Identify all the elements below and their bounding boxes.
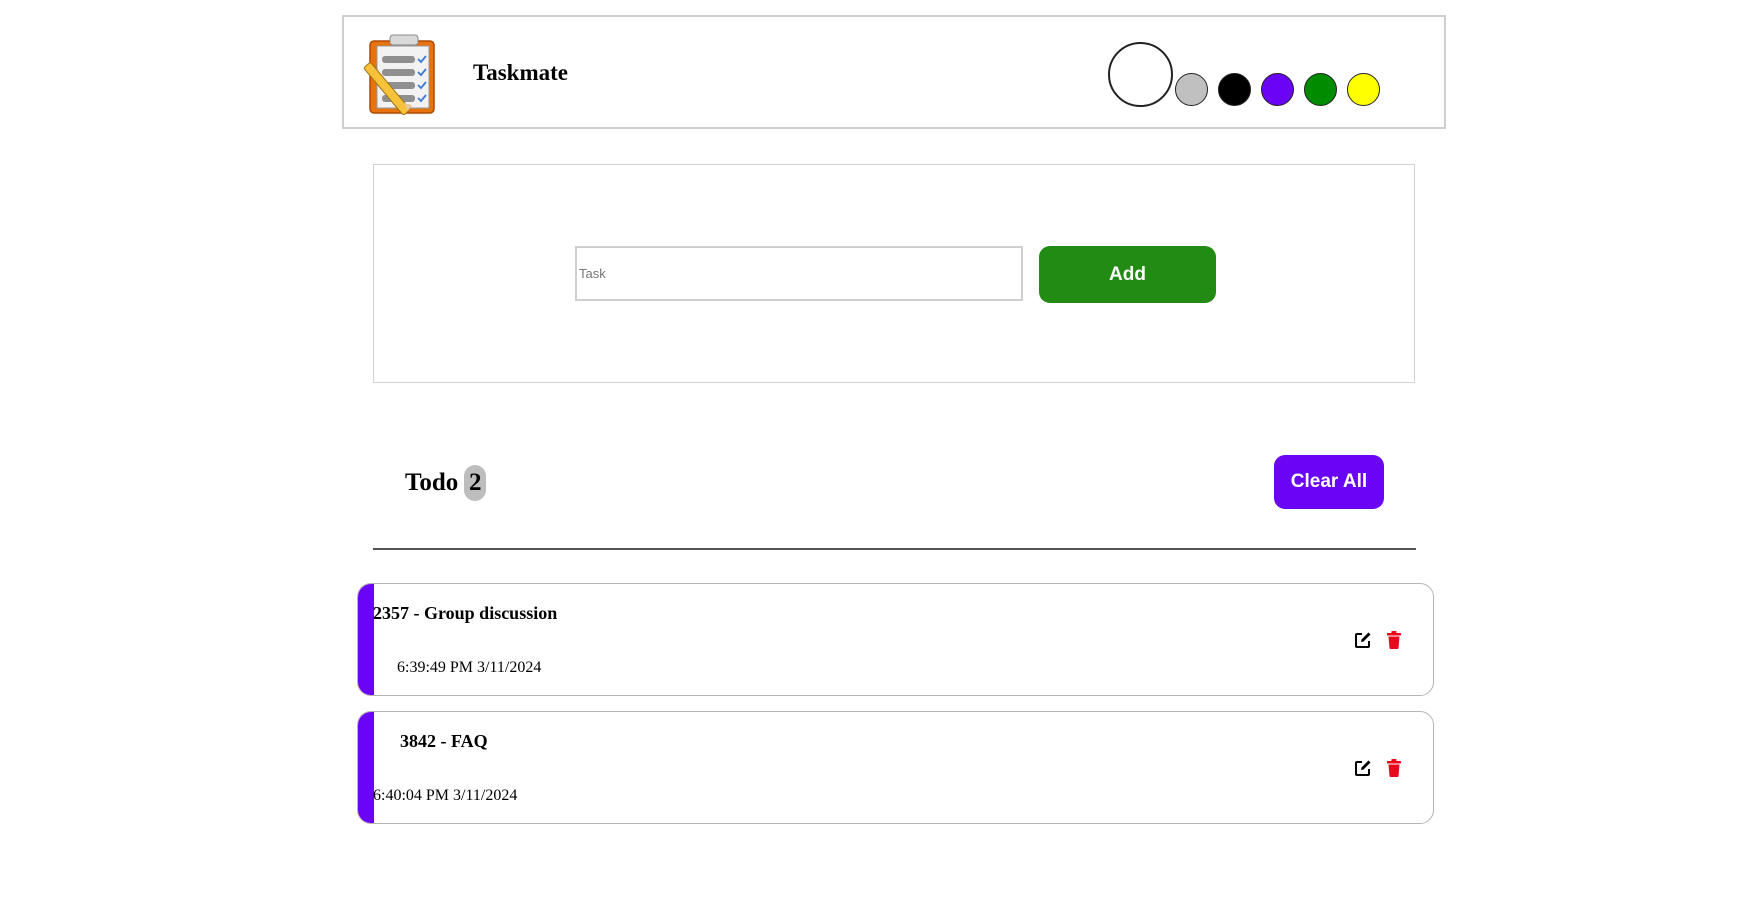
edit-icon[interactable] xyxy=(1353,630,1373,650)
task-input-panel: Add xyxy=(373,164,1415,383)
divider xyxy=(373,548,1416,550)
clipboard-logo-icon xyxy=(360,33,442,116)
todo-count-badge: 2 xyxy=(464,465,487,501)
todo-heading: Todo 2 xyxy=(405,465,487,501)
clear-all-button[interactable]: Clear All xyxy=(1274,455,1384,509)
todo-label: Todo xyxy=(405,469,459,496)
task-accent-bar xyxy=(358,712,374,823)
add-button[interactable]: Add xyxy=(1039,246,1216,303)
app-title: Taskmate xyxy=(473,60,568,85)
theme-swatch-black[interactable] xyxy=(1218,73,1251,106)
theme-swatch-white[interactable] xyxy=(1108,42,1173,107)
theme-swatch-green[interactable] xyxy=(1304,73,1337,106)
app-header: Taskmate xyxy=(342,15,1446,129)
task-title: 3842 - FAQ xyxy=(400,731,488,751)
task-card: 3842 - FAQ 6:40:04 PM 3/11/2024 xyxy=(357,711,1434,824)
task-timestamp: 6:39:49 PM 3/11/2024 xyxy=(397,659,542,676)
task-timestamp: 6:40:04 PM 3/11/2024 xyxy=(373,787,518,804)
task-title: 2357 - Group discussion xyxy=(373,603,558,623)
theme-swatch-purple[interactable] xyxy=(1261,73,1294,106)
task-input[interactable] xyxy=(575,246,1023,301)
trash-icon[interactable] xyxy=(1384,630,1404,650)
page: Taskmate Add Todo 2 Clear All 2357 - Gro… xyxy=(0,0,1752,906)
theme-swatch-yellow[interactable] xyxy=(1347,73,1380,106)
edit-icon[interactable] xyxy=(1353,758,1373,778)
task-card: 2357 - Group discussion 6:39:49 PM 3/11/… xyxy=(357,583,1434,696)
task-accent-bar xyxy=(358,584,374,695)
trash-icon[interactable] xyxy=(1384,758,1404,778)
theme-swatch-gray[interactable] xyxy=(1175,73,1208,106)
